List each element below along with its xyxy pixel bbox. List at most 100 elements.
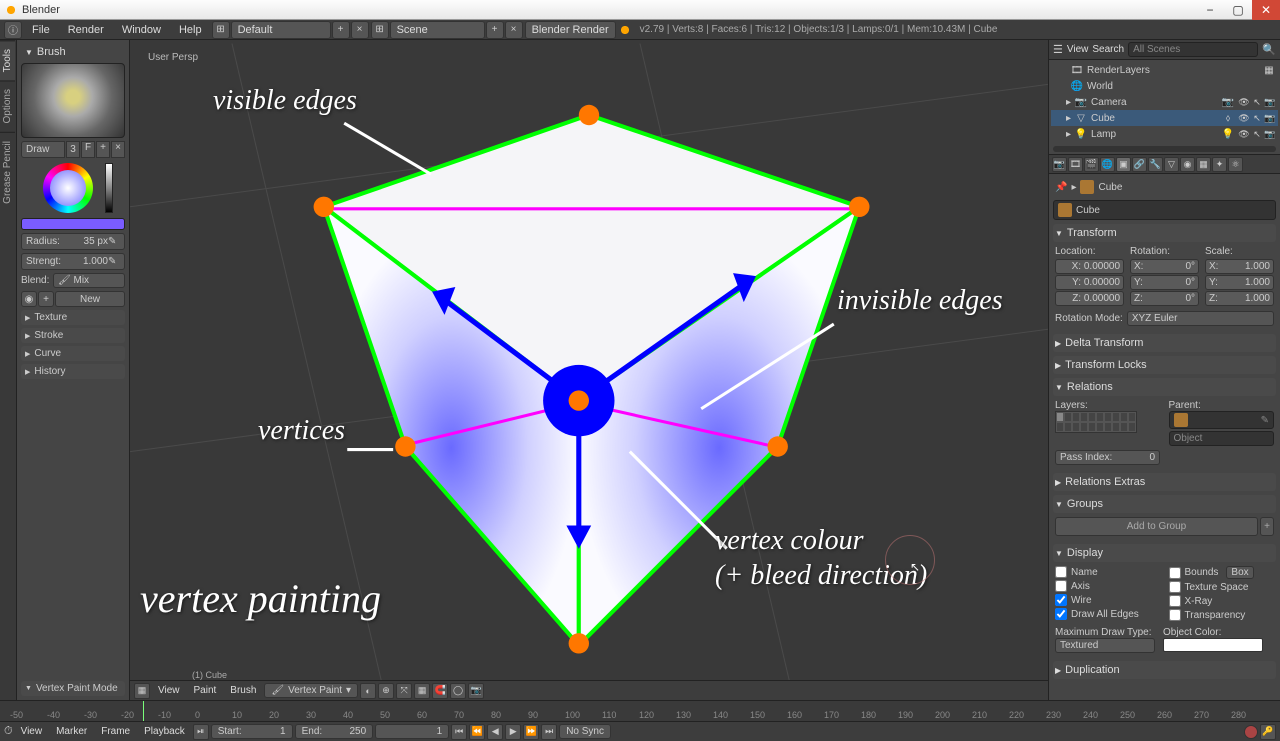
max-draw-type-dropdown[interactable]: Textured	[1055, 638, 1155, 653]
draw-edges-checkbox[interactable]	[1055, 608, 1067, 620]
duplication-header[interactable]: Duplication	[1053, 661, 1276, 679]
outliner[interactable]: 🎞RenderLayers▦ 🌐World ▸📷Camera📷👁↖📷 ▸▽Cub…	[1049, 60, 1280, 144]
vp-menu-paint[interactable]: Paint	[188, 685, 223, 696]
props-tab-render[interactable]: 📷	[1052, 157, 1067, 172]
brush-users[interactable]: 3	[66, 141, 80, 158]
keyframe-prev-icon[interactable]: ⏪	[469, 724, 485, 740]
scene-del-icon[interactable]: ×	[505, 21, 523, 39]
menu-window[interactable]: Window	[114, 22, 169, 38]
add-to-group-button[interactable]: Add to Group	[1055, 517, 1258, 536]
mode-dropdown[interactable]: 🖌 Vertex Paint ▾	[264, 683, 358, 698]
keyframe-next-icon[interactable]: ⏩	[523, 724, 539, 740]
props-tab-scene[interactable]: 🎬	[1084, 157, 1099, 172]
menu-file[interactable]: File	[24, 22, 58, 38]
sync-dropdown[interactable]: No Sync	[559, 724, 611, 739]
layers-icon[interactable]: ▦	[414, 683, 430, 699]
vp-menu-view[interactable]: View	[152, 685, 186, 696]
brush-panel-header[interactable]: Brush	[21, 44, 125, 60]
timeline-editor-icon[interactable]: ⏱	[4, 725, 13, 738]
maximize-button[interactable]: ▢	[1224, 0, 1252, 20]
close-button[interactable]: ✕	[1252, 0, 1280, 20]
vp-menu-brush[interactable]: Brush	[224, 685, 262, 696]
object-color-swatch[interactable]	[1163, 638, 1263, 652]
brush-fakeuser-button[interactable]: F	[81, 141, 95, 158]
tab-tools[interactable]: Tools	[0, 40, 15, 80]
props-tab-renderlayers[interactable]: 🎞	[1068, 157, 1083, 172]
brush-name-field[interactable]: Draw	[21, 141, 65, 158]
props-tab-modifiers[interactable]: 🔧	[1148, 157, 1163, 172]
props-tab-constraints[interactable]: 🔗	[1132, 157, 1147, 172]
proportional-icon[interactable]: ◯	[450, 683, 466, 699]
add-group-plus-icon[interactable]: +	[1260, 517, 1274, 536]
3d-viewport[interactable]: User Persp	[130, 40, 1048, 700]
bounds-dropdown[interactable]: Box	[1226, 566, 1253, 579]
relations-extras-header[interactable]: Relations Extras	[1053, 473, 1276, 491]
scene-add-icon[interactable]: +	[486, 21, 504, 39]
texture-panel[interactable]: Texture	[21, 310, 125, 325]
scene-dropdown[interactable]: Scene	[390, 21, 485, 39]
tl-menu-view[interactable]: View	[15, 726, 49, 737]
scene-browse-icon[interactable]: ⊞	[371, 21, 389, 39]
outliner-search-icon[interactable]: 🔍	[1262, 43, 1276, 56]
tl-range-icon[interactable]: ⏯	[193, 724, 209, 740]
stroke-panel[interactable]: Stroke	[21, 328, 125, 343]
relations-header[interactable]: Relations	[1053, 378, 1276, 396]
tl-menu-frame[interactable]: Frame	[95, 726, 136, 737]
layout-del-icon[interactable]: ×	[351, 21, 369, 39]
tl-menu-marker[interactable]: Marker	[50, 726, 93, 737]
props-tab-particles[interactable]: ✦	[1212, 157, 1227, 172]
axis-checkbox[interactable]	[1055, 580, 1067, 592]
props-tab-object[interactable]: ▣	[1116, 157, 1131, 172]
tab-options[interactable]: Options	[0, 80, 15, 131]
play-icon[interactable]: ▶	[505, 724, 521, 740]
props-tab-data[interactable]: ▽	[1164, 157, 1179, 172]
palette-add-icon[interactable]: +	[38, 291, 54, 307]
current-frame-field[interactable]: 1	[375, 724, 449, 739]
brush-preview[interactable]	[21, 63, 125, 138]
tl-menu-playback[interactable]: Playback	[138, 726, 191, 737]
rot-y-field[interactable]: Y:0°	[1130, 275, 1199, 290]
end-frame-field[interactable]: End: 250	[295, 724, 374, 739]
brush-del-icon[interactable]: ×	[111, 141, 125, 158]
keying-set-icon[interactable]: 🔑	[1260, 724, 1276, 740]
loc-y-field[interactable]: Y: 0.00000	[1055, 275, 1124, 290]
snap-icon[interactable]: 🧲	[432, 683, 448, 699]
parent-field[interactable]: ✎	[1169, 411, 1275, 429]
rotation-mode-dropdown[interactable]: XYZ Euler	[1127, 311, 1274, 326]
play-reverse-icon[interactable]: ◀	[487, 724, 503, 740]
rot-x-field[interactable]: X:0°	[1130, 259, 1199, 274]
render-engine-dropdown[interactable]: Blender Render	[525, 21, 616, 39]
manipulator-icon[interactable]: ⤧	[396, 683, 412, 699]
parent-type-field[interactable]: Object	[1169, 431, 1275, 446]
outliner-filter-dropdown[interactable]: All Scenes	[1128, 42, 1258, 57]
xray-checkbox[interactable]	[1169, 595, 1181, 607]
wire-checkbox[interactable]	[1055, 594, 1067, 606]
palette-browse-icon[interactable]: ◉	[21, 291, 37, 307]
layout-browse-icon[interactable]: ⊞	[212, 21, 230, 39]
pass-index-field[interactable]: Pass Index:0	[1055, 450, 1160, 465]
autokey-record-icon[interactable]	[1244, 725, 1258, 739]
timeline-ruler[interactable]: -50-40-30-20-100102030405060708090100110…	[0, 701, 1280, 721]
editor-type-icon[interactable]: ⓘ	[4, 21, 22, 39]
screen-layout-dropdown[interactable]: Default	[231, 21, 331, 39]
vertex-paint-mode-panel[interactable]: Vertex Paint Mode	[21, 681, 125, 696]
texspace-checkbox[interactable]	[1169, 581, 1181, 593]
outliner-scrollbar[interactable]	[1053, 146, 1276, 152]
scale-y-field[interactable]: Y:1.000	[1205, 275, 1274, 290]
props-tab-material[interactable]: ◉	[1180, 157, 1195, 172]
rot-z-field[interactable]: Z:0°	[1130, 291, 1199, 306]
transform-locks-header[interactable]: Transform Locks	[1053, 356, 1276, 374]
menu-help[interactable]: Help	[171, 22, 210, 38]
layout-add-icon[interactable]: +	[332, 21, 350, 39]
transform-header[interactable]: Transform	[1053, 224, 1276, 242]
curve-panel[interactable]: Curve	[21, 346, 125, 361]
delta-transform-header[interactable]: Delta Transform	[1053, 334, 1276, 352]
menu-render[interactable]: Render	[60, 22, 112, 38]
blend-dropdown[interactable]: 🖌 Mix	[53, 273, 125, 288]
display-header[interactable]: Display	[1053, 544, 1276, 562]
tab-grease-pencil[interactable]: Grease Pencil	[0, 132, 15, 212]
loc-x-field[interactable]: X: 0.00000	[1055, 259, 1124, 274]
brush-color-swatch[interactable]	[21, 218, 125, 230]
props-tab-world[interactable]: 🌐	[1100, 157, 1115, 172]
outliner-editor-icon[interactable]: ☰	[1053, 43, 1063, 56]
